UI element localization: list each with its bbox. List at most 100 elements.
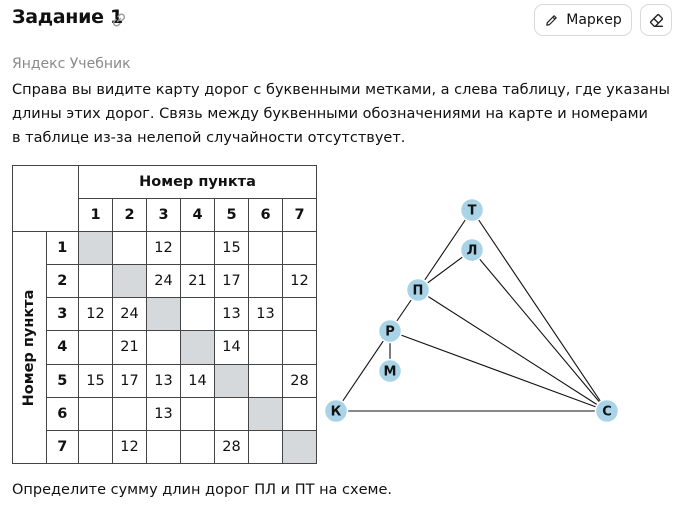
table-corner bbox=[12, 165, 79, 232]
eraser-icon bbox=[649, 13, 663, 27]
diagonal-cell bbox=[112, 264, 147, 299]
distance-table: Номер пункта 1234567 Номер пункта 1 12 15 2 2… bbox=[12, 165, 317, 465]
row-number: 1 bbox=[45, 230, 80, 266]
table-cell: 13 bbox=[146, 396, 181, 431]
table-cell bbox=[180, 230, 215, 266]
table-cell bbox=[214, 396, 249, 431]
task-title: Задание 1 bbox=[12, 6, 123, 28]
table-cell: 14 bbox=[180, 363, 215, 398]
diagonal-cell bbox=[214, 363, 249, 398]
diagonal-cell bbox=[78, 230, 113, 266]
table-cell bbox=[248, 230, 283, 266]
table-row: 5 15 17 13 14 28 bbox=[13, 363, 317, 398]
link-icon[interactable] bbox=[111, 12, 127, 28]
road-P-C bbox=[417, 289, 608, 412]
table-cell bbox=[248, 429, 283, 465]
node-R: Р bbox=[377, 318, 403, 344]
table-row: 3 12 24 13 13 bbox=[13, 297, 317, 332]
diagonal-cell bbox=[180, 330, 215, 365]
table-cell: 13 bbox=[146, 363, 181, 398]
table-cell bbox=[146, 429, 181, 465]
node-M: М bbox=[377, 358, 403, 384]
table-cell bbox=[146, 330, 181, 365]
column-number: 4 bbox=[180, 198, 215, 232]
table-cell bbox=[248, 330, 283, 365]
description-line: длины этих дорог. Связь между буквенными… bbox=[12, 106, 648, 122]
column-number: 2 bbox=[112, 198, 147, 232]
diagonal-cell bbox=[248, 396, 283, 431]
table-cell bbox=[112, 230, 147, 266]
row-number: 2 bbox=[45, 264, 80, 299]
description-line: Справа вы видите карту дорог с буквенным… bbox=[12, 82, 670, 98]
table-row: 7 12 28 bbox=[13, 429, 317, 465]
node-T: Т bbox=[459, 197, 485, 223]
table-cell bbox=[282, 230, 317, 266]
marker-button-label: Маркер bbox=[566, 12, 622, 28]
node-label: М bbox=[384, 365, 397, 380]
table-cell bbox=[282, 297, 317, 332]
diagonal-cell bbox=[282, 429, 317, 465]
column-number: 7 bbox=[282, 198, 317, 232]
table-cell: 24 bbox=[146, 264, 181, 299]
table-cell bbox=[78, 429, 113, 465]
table-row: 6 13 bbox=[13, 396, 317, 431]
table-cell: 28 bbox=[282, 363, 317, 398]
node-P: П bbox=[405, 277, 431, 303]
column-number: 3 bbox=[146, 198, 181, 232]
column-number: 5 bbox=[214, 198, 249, 232]
task-description: Справа вы видите карту дорог с буквенным… bbox=[12, 78, 670, 150]
node-label: С bbox=[602, 405, 612, 420]
source-label: Яндекс Учебник bbox=[12, 56, 131, 72]
node-label: К bbox=[331, 405, 342, 420]
table-cell bbox=[78, 330, 113, 365]
row-number: 7 bbox=[45, 429, 80, 465]
node-label: Л bbox=[467, 244, 478, 259]
table-cell bbox=[180, 396, 215, 431]
description-line: в таблице из-за нелепой случайности отсу… bbox=[12, 130, 406, 146]
table-cell: 17 bbox=[214, 264, 249, 299]
table-cell: 28 bbox=[214, 429, 249, 465]
node-C: С bbox=[594, 398, 620, 424]
column-number: 1 bbox=[78, 198, 113, 232]
table-cell: 13 bbox=[214, 297, 249, 332]
table-cell bbox=[112, 396, 147, 431]
table-cell: 15 bbox=[214, 230, 249, 266]
column-number: 6 bbox=[248, 198, 283, 232]
table-cell: 12 bbox=[146, 230, 181, 266]
road-map: Т Л П Р М К С bbox=[323, 197, 620, 424]
table-cell: 12 bbox=[112, 429, 147, 465]
table-cell: 24 bbox=[112, 297, 147, 332]
table-cell: 15 bbox=[78, 363, 113, 398]
pencil-icon bbox=[546, 14, 558, 26]
table-cell: 14 bbox=[214, 330, 249, 365]
row-number: 3 bbox=[45, 297, 80, 332]
table-cell: 13 bbox=[248, 297, 283, 332]
road-L-C bbox=[471, 249, 608, 412]
node-L: Л bbox=[459, 237, 485, 263]
road-R-C bbox=[389, 330, 608, 412]
row-header-label: Номер пункта bbox=[21, 289, 38, 406]
table-cell: 12 bbox=[282, 264, 317, 299]
table-cell bbox=[248, 363, 283, 398]
column-header: Номер пункта bbox=[78, 165, 317, 199]
question-text: Определите сумму длин дорог ПЛ и ПТ на с… bbox=[12, 482, 392, 498]
row-number: 5 bbox=[45, 363, 80, 398]
table-cell bbox=[282, 396, 317, 431]
diagonal-cell bbox=[146, 297, 181, 332]
eraser-button[interactable] bbox=[640, 4, 672, 36]
marker-button[interactable]: Маркер bbox=[534, 4, 632, 36]
table-cell: 17 bbox=[112, 363, 147, 398]
table-cell bbox=[180, 429, 215, 465]
node-K: К bbox=[323, 398, 349, 424]
node-label: Р bbox=[385, 325, 395, 340]
table-row: Номер пункта 1 12 15 bbox=[12, 230, 317, 464]
table-row: 2 24 21 17 12 bbox=[13, 264, 317, 299]
row-number: 6 bbox=[45, 396, 80, 431]
table-cell: 21 bbox=[112, 330, 147, 365]
road-T-C bbox=[471, 209, 608, 412]
row-number: 4 bbox=[45, 330, 80, 365]
row-header: Номер пункта bbox=[12, 231, 47, 464]
table-cell: 21 bbox=[180, 264, 215, 299]
table-row: 4 21 14 bbox=[13, 330, 317, 365]
node-label: П bbox=[413, 284, 424, 299]
